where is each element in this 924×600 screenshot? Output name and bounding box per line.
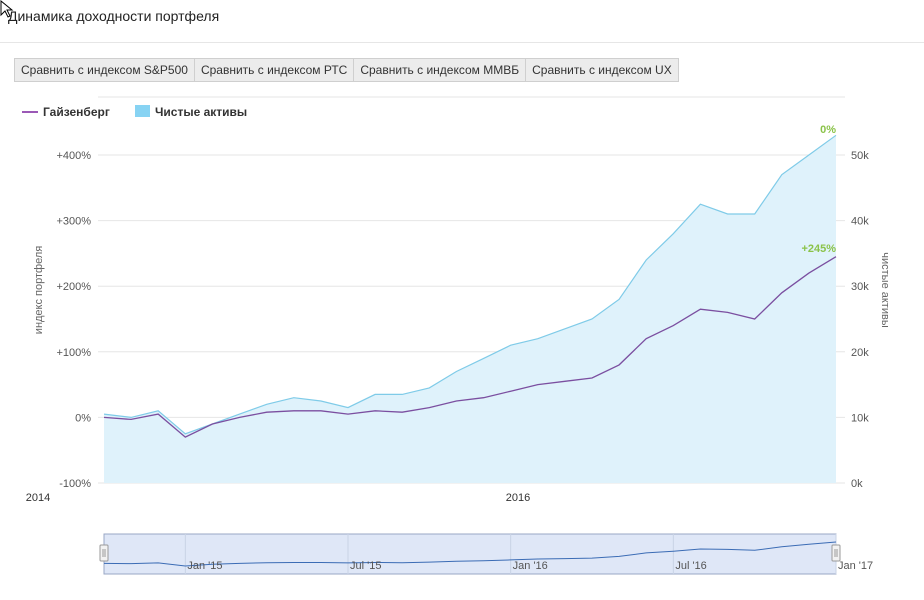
x-tick-label: 2016: [506, 492, 530, 504]
y-tick-label-left: +300%: [56, 216, 91, 228]
handle-right-icon: [831, 544, 841, 562]
y-tick-label-right: 0k: [851, 478, 863, 490]
y-tick-label-right: 20k: [851, 347, 869, 359]
y-axis-right: 50k 40k 30k 20k 10k 0k: [851, 150, 869, 490]
net-assets-area-layer: [103, 134, 837, 484]
navigator-label: Jan '16: [513, 560, 548, 572]
y-axis-right-title: чистые активы: [879, 252, 891, 328]
x-tick-label: 2014: [26, 492, 50, 504]
navigator-label: Jul '15: [350, 560, 381, 572]
y-tick-label-left: +100%: [56, 347, 91, 359]
end-label-net-assets: 0%: [820, 124, 836, 136]
y-tick-label-left: +400%: [56, 150, 91, 162]
y-tick-label-right: 10k: [851, 412, 869, 424]
y-tick-label-left: -100%: [59, 478, 91, 490]
y-axis-left-title: индекс портфеля: [33, 246, 45, 334]
net-assets-area: [104, 135, 836, 484]
navigator-label: Jul '16: [675, 560, 706, 572]
navigator-label: Jan '17: [838, 560, 873, 572]
legend-label-portfolio: Гайзенберг: [43, 105, 110, 119]
y-tick-label-right: 30k: [851, 281, 869, 293]
y-axis-left: +400% +300% +200% +100% 0% -100%: [56, 150, 91, 490]
portfolio-chart: Гайзенберг Чистые активы +400% +300% +200%…: [22, 96, 891, 575]
legend-item-portfolio[interactable]: Гайзенберг: [22, 105, 110, 119]
handle-left-icon: [99, 544, 109, 562]
navigator-handle-right[interactable]: [831, 544, 841, 562]
navigator[interactable]: Jan '15 Jul '15 Jan '16 Jul '16 Jan '17: [99, 533, 873, 575]
y-tick-label-left: 0%: [75, 412, 91, 424]
legend-item-net-assets[interactable]: Чистые активы: [135, 105, 247, 119]
y-tick-label-right: 50k: [851, 150, 869, 162]
end-label-portfolio: +245%: [801, 243, 836, 255]
navigator-label: Jan '15: [187, 560, 222, 572]
x-axis: 2014 2016: [26, 492, 530, 504]
y-tick-label-left: +200%: [56, 281, 91, 293]
y-tick-label-right: 40k: [851, 216, 869, 228]
navigator-handle-left[interactable]: [99, 544, 109, 562]
legend: Гайзенберг Чистые активы: [22, 105, 247, 119]
legend-label-net-assets: Чистые активы: [155, 105, 247, 119]
legend-area-icon: [135, 105, 150, 117]
